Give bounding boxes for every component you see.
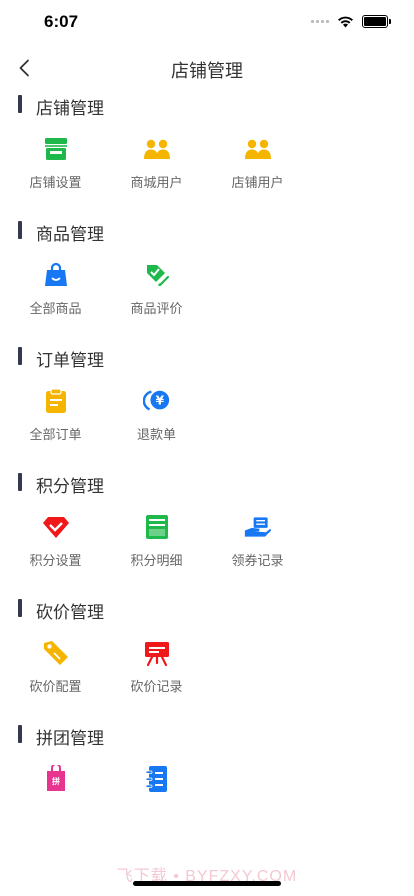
store-icon bbox=[42, 135, 70, 163]
section-grid: 全部商品 商品评价 bbox=[0, 244, 414, 338]
section-grid: 拼 bbox=[0, 748, 414, 842]
section-grid: 全部订单 ¥ 退款单 bbox=[0, 370, 414, 464]
coupon-hand-icon bbox=[244, 513, 272, 541]
section-header: 订单管理 bbox=[0, 344, 414, 370]
section-header: 店铺管理 bbox=[0, 92, 414, 118]
refund-icon: ¥ bbox=[142, 387, 171, 415]
section-group-buy: 拼团管理拼 bbox=[0, 716, 414, 842]
menu-item-group-buy-item-2[interactable] bbox=[106, 748, 207, 842]
section-bargain: 砍价管理砍价配置 砍价记录 bbox=[0, 590, 414, 716]
status-bar: 6:07 bbox=[0, 0, 414, 44]
menu-item-label: 积分明细 bbox=[130, 553, 183, 568]
wifi-icon bbox=[338, 16, 353, 28]
menu-item-store-users[interactable]: 店铺用户 bbox=[207, 118, 308, 212]
svg-text:¥: ¥ bbox=[155, 394, 164, 408]
menu-item-label: 全部商品 bbox=[29, 301, 82, 316]
menu-item-label: 店铺用户 bbox=[231, 175, 284, 190]
menu-item-bargain-config[interactable]: 砍价配置 bbox=[5, 622, 106, 716]
menu-item-store-settings[interactable]: 店铺设置 bbox=[5, 118, 106, 212]
menu-item-label: 商城用户 bbox=[130, 175, 183, 190]
menu-item-label: 商品评价 bbox=[130, 301, 183, 316]
section-grid: 砍价配置 砍价记录 bbox=[0, 622, 414, 716]
diamond-icon bbox=[42, 513, 70, 541]
menu-item-label: 砍价记录 bbox=[130, 679, 183, 694]
status-icons bbox=[311, 15, 391, 28]
section-title: 商品管理 bbox=[36, 225, 104, 244]
section-accent-bar bbox=[18, 725, 22, 743]
board-icon bbox=[143, 639, 171, 667]
menu-item-label: 积分设置 bbox=[29, 553, 82, 568]
menu-item-label: 领券记录 bbox=[231, 553, 284, 568]
menu-item-points-details[interactable]: 积分明细 bbox=[106, 496, 207, 590]
section-accent-bar bbox=[18, 599, 22, 617]
section-header: 砍价管理 bbox=[0, 596, 414, 622]
menu-item-label: 全部订单 bbox=[29, 427, 82, 442]
notebook-icon bbox=[143, 765, 171, 793]
section-header: 积分管理 bbox=[0, 470, 414, 496]
svg-text:拼: 拼 bbox=[52, 776, 60, 786]
menu-item-label: 退款单 bbox=[136, 427, 176, 442]
section-goods: 商品管理全部商品 商品评价 bbox=[0, 212, 414, 338]
section-title: 订单管理 bbox=[36, 351, 104, 370]
section-title: 积分管理 bbox=[36, 477, 104, 496]
section-header: 商品管理 bbox=[0, 218, 414, 244]
users-icon bbox=[244, 135, 272, 163]
group-tag-icon: 拼 bbox=[42, 765, 70, 793]
section-accent-bar bbox=[18, 221, 22, 239]
nav-bar: 店铺管理 bbox=[0, 44, 414, 92]
menu-item-mall-users[interactable]: 商城用户 bbox=[106, 118, 207, 212]
section-order: 订单管理全部订单 ¥ 退款单 bbox=[0, 338, 414, 464]
menu-item-label: 店铺设置 bbox=[29, 175, 82, 190]
section-title: 拼团管理 bbox=[36, 729, 104, 748]
section-header: 拼团管理 bbox=[0, 722, 414, 748]
section-grid: 积分设置 积分明细 领券记录 bbox=[0, 496, 414, 590]
section-accent-bar bbox=[18, 473, 22, 491]
battery-icon bbox=[362, 15, 391, 28]
management-menu: 店铺管理店铺设置 商城用户 店铺用户商品管理全部商品 商品评价订单管理全部订单 ¥ 退款单… bbox=[0, 92, 414, 842]
menu-item-all-orders[interactable]: 全部订单 bbox=[5, 370, 106, 464]
ledger-icon bbox=[143, 513, 171, 541]
clipboard-icon bbox=[42, 387, 70, 415]
menu-item-group-buy-item-1[interactable]: 拼 bbox=[5, 748, 106, 842]
section-title: 砍价管理 bbox=[36, 603, 104, 622]
users-icon bbox=[143, 135, 171, 163]
review-tag-icon bbox=[143, 261, 171, 289]
menu-item-refunds[interactable]: ¥ 退款单 bbox=[106, 370, 207, 464]
menu-item-label: 砍价配置 bbox=[29, 679, 82, 694]
status-time: 6:07 bbox=[44, 12, 79, 31]
menu-item-goods-reviews[interactable]: 商品评价 bbox=[106, 244, 207, 338]
page-title: 店铺管理 bbox=[171, 61, 243, 81]
home-indicator bbox=[133, 881, 281, 886]
section-accent-bar bbox=[18, 95, 22, 113]
menu-item-coupon-records[interactable]: 领券记录 bbox=[207, 496, 308, 590]
section-shop: 店铺管理店铺设置 商城用户 店铺用户 bbox=[0, 92, 414, 212]
menu-item-all-goods[interactable]: 全部商品 bbox=[5, 244, 106, 338]
section-grid: 店铺设置 商城用户 店铺用户 bbox=[0, 118, 414, 212]
section-accent-bar bbox=[18, 347, 22, 365]
menu-item-points-settings[interactable]: 积分设置 bbox=[5, 496, 106, 590]
section-title: 店铺管理 bbox=[36, 99, 104, 118]
section-points: 积分管理积分设置 积分明细 领券记录 bbox=[0, 464, 414, 590]
shopping-bag-icon bbox=[42, 261, 70, 289]
price-tag-icon bbox=[42, 639, 70, 667]
menu-item-bargain-records[interactable]: 砍价记录 bbox=[106, 622, 207, 716]
cellular-signal-icon bbox=[311, 20, 329, 23]
